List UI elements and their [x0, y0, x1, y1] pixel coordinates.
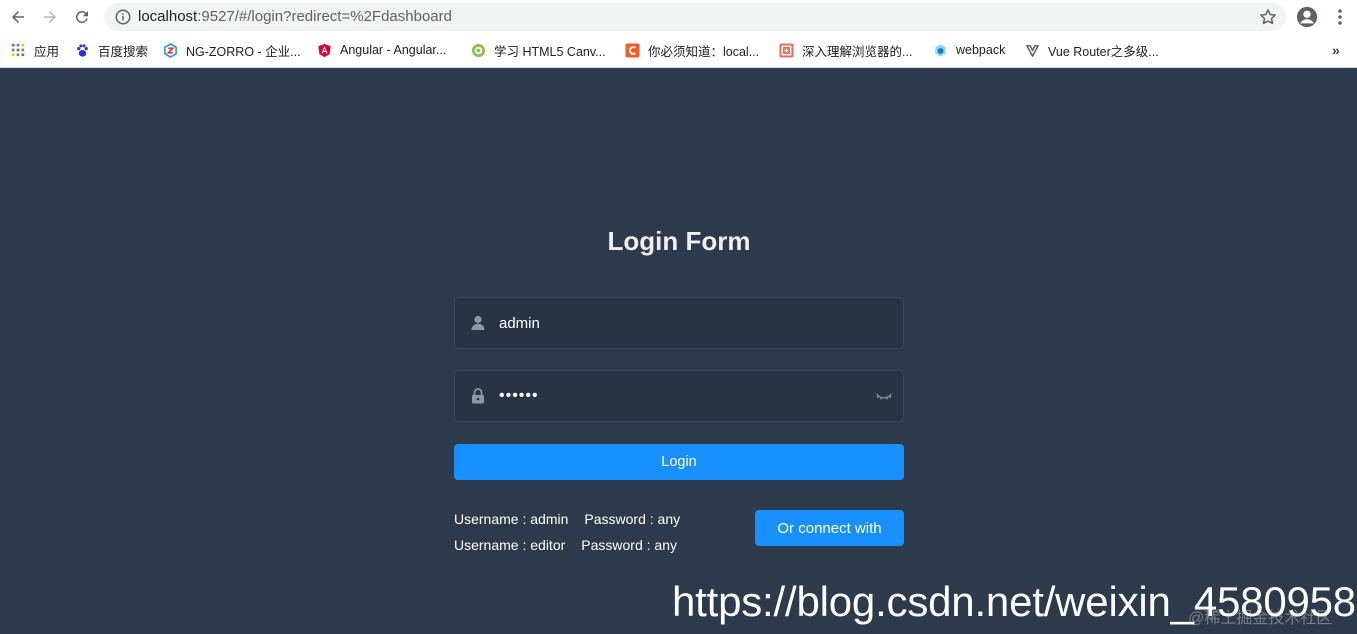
apps-grid-icon	[10, 42, 26, 58]
csdn-c-icon	[624, 42, 640, 58]
juejin-watermark: @稀土掘金技术社区	[1188, 610, 1333, 627]
forward-button[interactable]	[38, 5, 62, 29]
bookmark-label: Vue Router之多级...	[1048, 44, 1159, 59]
password-field	[454, 370, 904, 422]
lock-icon	[472, 388, 484, 404]
bookmark-jianshu[interactable]: 深入理解浏览器的...	[778, 40, 912, 60]
ng-zorro-icon	[162, 42, 178, 58]
bookmark-webpack[interactable]: webpack	[932, 40, 1005, 60]
jianshu-icon	[778, 42, 794, 58]
angular-icon	[316, 42, 332, 58]
profile-avatar-icon[interactable]	[1296, 6, 1318, 28]
username-input[interactable]	[499, 298, 879, 348]
address-bar[interactable]: localhost:9527/#/login?redirect=%2Fdashb…	[104, 3, 1286, 31]
login-tip-admin: Username : admin Password : any	[454, 511, 680, 527]
browser-chrome: localhost:9527/#/login?redirect=%2Fdashb…	[0, 0, 1357, 68]
bookmark-label: 你必须知道：local...	[648, 44, 760, 59]
bookmark-label: 深入理解浏览器的...	[802, 44, 913, 59]
reload-button[interactable]	[70, 5, 94, 29]
back-button[interactable]	[6, 5, 30, 29]
browser-toolbar: localhost:9527/#/login?redirect=%2Fdashb…	[0, 0, 1357, 34]
url-host: localhost	[138, 8, 198, 25]
bookmark-html5-canvas[interactable]: 学习 HTML5 Canv...	[470, 40, 606, 60]
bookmark-baidu[interactable]: 百度搜索	[74, 40, 148, 60]
password-input[interactable]	[499, 371, 879, 421]
bookmark-ng-zorro[interactable]: NG-ZORRO - 企业...	[162, 40, 301, 60]
reload-icon	[75, 10, 88, 23]
html5-canvas-icon	[470, 42, 486, 58]
page-title: Login Form	[607, 226, 751, 256]
tip-username: Username : admin	[454, 511, 569, 527]
tip-username: Username : editor	[454, 537, 566, 553]
eye-closed-icon[interactable]	[875, 388, 893, 404]
arrow-left-icon	[12, 11, 24, 23]
tip-password: Password : any	[584, 511, 681, 527]
bookmark-label: Angular - Angular...	[340, 43, 447, 57]
bookmark-csdn[interactable]: 你必须知道：local...	[624, 40, 759, 60]
bookmarks-bar: 应用 百度搜索 NG-ZORRO - 企业... Angular - Angul…	[0, 36, 1357, 64]
url-path: :9527/#/login?redirect=%2Fdashboard	[197, 8, 452, 25]
bookmark-star-icon[interactable]	[1258, 7, 1278, 27]
webpack-icon	[932, 42, 948, 58]
arrow-right-icon	[44, 11, 56, 23]
more-vert-icon[interactable]	[1332, 7, 1348, 27]
bookmark-label: 应用	[34, 44, 60, 59]
bookmark-label: 百度搜索	[98, 44, 149, 59]
login-tip-editor: Username : editor Password : any	[454, 537, 677, 553]
tip-password: Password : any	[581, 537, 677, 553]
info-icon[interactable]	[114, 8, 132, 26]
bookmark-apps[interactable]: 应用	[10, 40, 59, 60]
username-field	[454, 297, 904, 349]
bookmark-vue-router[interactable]: Vue Router之多级...	[1024, 40, 1159, 60]
bookmark-label: 学习 HTML5 Canv...	[494, 44, 606, 59]
baidu-paw-icon	[74, 42, 90, 58]
vue-router-icon	[1024, 42, 1040, 58]
login-button[interactable]: Login	[454, 444, 904, 480]
more-bookmarks-button[interactable]: »	[1332, 42, 1340, 58]
bookmark-label: NG-ZORRO - 企业...	[186, 44, 301, 59]
bookmark-angular[interactable]: Angular - Angular...	[316, 40, 446, 60]
bookmark-label: webpack	[956, 43, 1006, 57]
user-icon	[471, 315, 485, 330]
url-text[interactable]: localhost:9527/#/login?redirect=%2Fdashb…	[138, 8, 452, 26]
connect-with-button[interactable]: Or connect with	[755, 510, 904, 546]
